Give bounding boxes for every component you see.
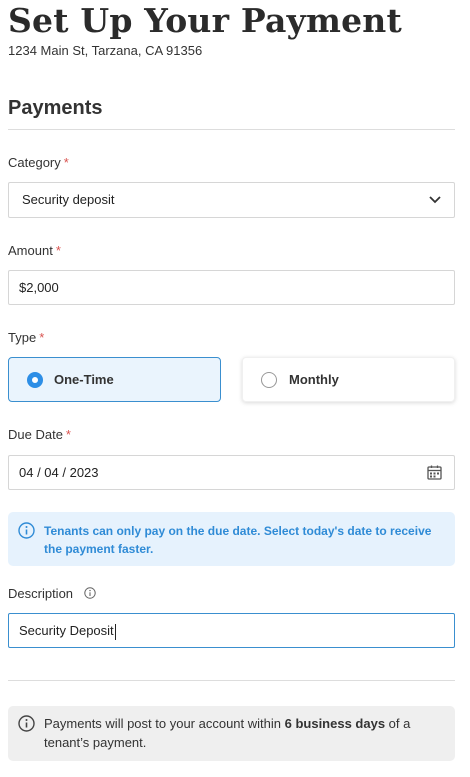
info-icon[interactable] <box>83 587 96 599</box>
section-title: Payments <box>8 97 103 119</box>
radio-monthly-label: Monthly <box>289 372 339 387</box>
due-date-notice-text: Tenants can only pay on the due date. Se… <box>44 524 432 556</box>
info-icon <box>18 522 35 539</box>
amount-label: Amount * <box>8 243 61 258</box>
radio-unselected-icon <box>261 372 277 388</box>
notice-text-bold: 6 business days <box>284 716 386 731</box>
amount-value: $2,000 <box>19 280 59 295</box>
due-date-label-text: Due Date <box>8 427 63 442</box>
property-address: 1234 Main St, Tarzana, CA 91356 <box>8 43 203 58</box>
due-date-input[interactable]: 04 / 04 / 2023 <box>8 455 455 490</box>
due-date-label: Due Date * <box>8 427 71 442</box>
radio-one-time-label: One-Time <box>54 372 114 387</box>
footer-divider <box>8 680 455 681</box>
required-mark: * <box>55 243 61 258</box>
payment-posting-notice-text: Payments will post to your account withi… <box>44 714 444 752</box>
info-icon <box>18 715 35 732</box>
radio-monthly[interactable]: Monthly <box>242 357 455 402</box>
notice-text-before: Payments will post to your account withi… <box>44 716 285 731</box>
category-select[interactable]: Security deposit <box>8 182 455 218</box>
chevron-down-icon <box>429 196 441 204</box>
type-label: Type * <box>8 330 44 345</box>
amount-label-text: Amount <box>8 243 53 258</box>
radio-one-time[interactable]: One-Time <box>8 357 221 402</box>
required-mark: * <box>63 155 69 170</box>
type-label-text: Type <box>8 330 37 345</box>
page-title: Set Up Your Payment <box>8 1 402 40</box>
text-caret <box>114 623 116 640</box>
description-input[interactable]: Security Deposit <box>8 613 455 648</box>
category-label-text: Category <box>8 155 61 170</box>
category-label: Category * <box>8 155 69 170</box>
due-date-notice: Tenants can only pay on the due date. Se… <box>8 512 455 566</box>
due-date-value: 04 / 04 / 2023 <box>19 465 99 480</box>
section-divider <box>8 129 455 130</box>
required-mark: * <box>65 427 71 442</box>
category-selected-value: Security deposit <box>22 192 115 207</box>
payment-posting-notice: Payments will post to your account withi… <box>8 706 455 761</box>
description-label-text: Description <box>8 586 74 601</box>
description-value: Security Deposit <box>19 623 114 638</box>
description-label: Description <box>8 586 96 601</box>
amount-input[interactable]: $2,000 <box>8 270 455 305</box>
radio-selected-icon <box>27 372 43 388</box>
calendar-icon[interactable] <box>427 465 442 480</box>
required-mark: * <box>39 330 45 345</box>
